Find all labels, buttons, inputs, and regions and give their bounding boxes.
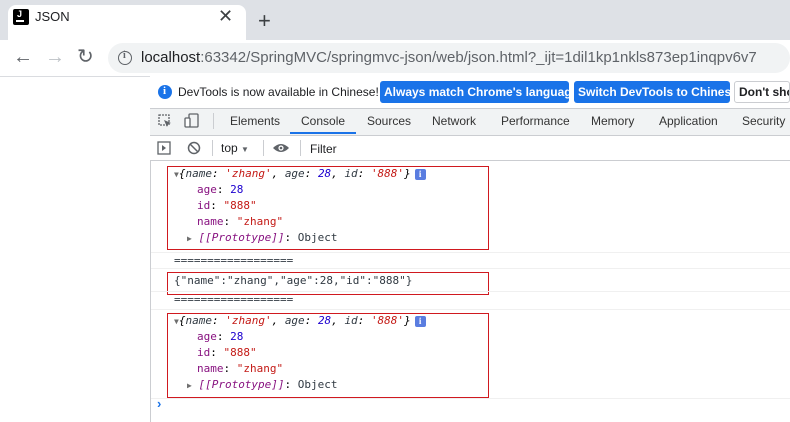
toolbar-divider <box>213 113 214 129</box>
info-icon <box>158 85 172 99</box>
expand-triangle-icon[interactable]: ▶ <box>187 234 192 243</box>
url-text[interactable]: localhost:63342/SpringMVC/springmvc-json… <box>141 49 757 66</box>
close-tab-icon[interactable]: ✕ <box>218 6 233 26</box>
info-badge-icon[interactable]: i <box>414 315 426 327</box>
tab-console[interactable]: Console <box>301 114 345 128</box>
separator-log: ================== <box>174 293 294 306</box>
active-tab-indicator <box>290 132 356 134</box>
property-row: name: "zhang" <box>197 362 284 375</box>
tab-network[interactable]: Network <box>432 114 476 128</box>
property-row: age: 28 <box>197 183 244 196</box>
tab-title: JSON <box>35 9 70 24</box>
separator-log: ================== <box>174 254 294 267</box>
message-divider <box>151 398 790 399</box>
info-badge-icon[interactable]: i <box>414 168 426 180</box>
prototype-row[interactable]: ▶ [[Prototype]]: Object <box>187 377 338 394</box>
forward-icon[interactable]: → <box>45 47 65 67</box>
message-divider <box>151 268 790 269</box>
tab-security[interactable]: Security <box>742 114 785 128</box>
dont-show-button[interactable]: Don't show again <box>734 81 790 103</box>
object-preview[interactable]: ▼{name: 'zhang', age: 28, id: '888'} i <box>174 313 426 330</box>
switch-chinese-button[interactable]: Switch DevTools to Chinese <box>574 81 738 103</box>
prototype-row[interactable]: ▶ [[Prototype]]: Object <box>187 230 338 247</box>
site-info-icon[interactable] <box>118 50 132 65</box>
toolbar-divider <box>263 140 264 156</box>
json-string-log: {"name":"zhang","age":28,"id":"888"} <box>174 274 413 287</box>
console-prompt[interactable]: › <box>157 396 161 411</box>
object-preview[interactable]: ▼{name: 'zhang', age: 28, id: '888'} i <box>174 166 426 183</box>
toolbar-divider <box>300 140 301 156</box>
property-row: age: 28 <box>197 330 244 343</box>
console-filter-input[interactable] <box>306 139 790 158</box>
dropdown-arrow-icon: ▼ <box>241 145 249 154</box>
tab-elements[interactable]: Elements <box>230 114 280 128</box>
property-row: id: "888" <box>197 199 257 212</box>
infobar-message: DevTools is now available in Chinese! <box>178 85 379 99</box>
reload-icon[interactable]: ↻ <box>77 47 94 67</box>
clear-console-icon[interactable] <box>187 141 201 155</box>
context-label: top <box>221 141 238 155</box>
back-icon[interactable]: ← <box>13 47 33 67</box>
property-row: id: "888" <box>197 346 257 359</box>
eye-icon[interactable] <box>272 141 290 155</box>
property-row: name: "zhang" <box>197 215 284 228</box>
inspect-element-icon[interactable] <box>158 114 172 128</box>
device-toolbar-icon[interactable] <box>184 113 200 129</box>
expand-triangle-icon[interactable]: ▶ <box>187 381 192 390</box>
intellij-icon <box>13 9 29 25</box>
tab-application[interactable]: Application <box>659 114 718 128</box>
tab-performance[interactable]: Performance <box>501 114 570 128</box>
tab-memory[interactable]: Memory <box>591 114 634 128</box>
match-language-button[interactable]: Always match Chrome's language <box>380 81 578 103</box>
new-tab-button[interactable]: + <box>258 9 271 33</box>
message-divider <box>151 309 790 310</box>
context-selector[interactable]: top ▼ <box>221 141 249 155</box>
toolbar-divider <box>212 140 213 156</box>
sidebar-toggle-icon[interactable] <box>157 141 171 155</box>
tab-sources[interactable]: Sources <box>367 114 411 128</box>
